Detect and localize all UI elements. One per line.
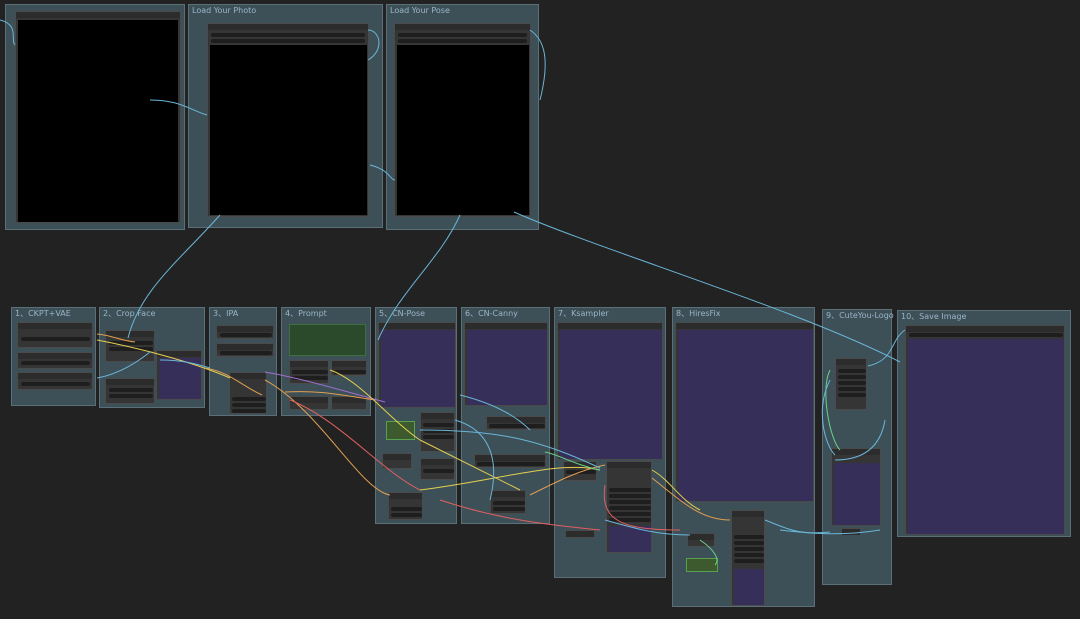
connection-wires bbox=[0, 19, 906, 566]
workflow-canvas[interactable]: Load Your Photo Load Your Pose 1、CKPT+VA… bbox=[0, 0, 1080, 619]
